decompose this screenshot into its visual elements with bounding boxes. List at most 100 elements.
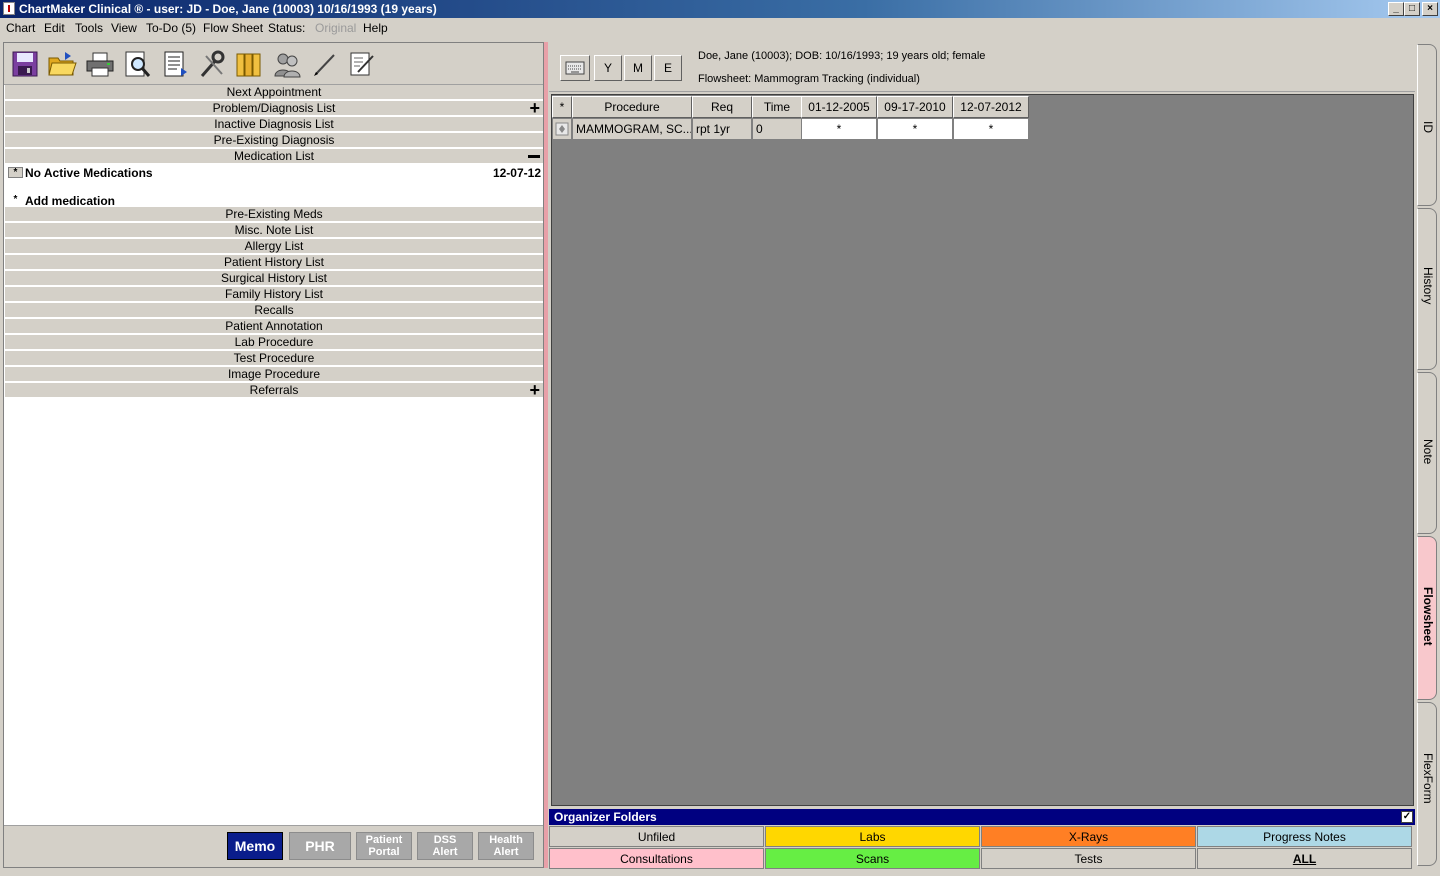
next-appointment-row[interactable]: Next Appointment bbox=[5, 85, 543, 100]
patient-annotation-label: Patient Annotation bbox=[225, 319, 323, 333]
menu-help[interactable]: Help bbox=[363, 18, 388, 38]
month-view-button[interactable]: M bbox=[624, 55, 652, 81]
lab-procedure-row[interactable]: Lab Procedure bbox=[5, 335, 543, 350]
image-procedure-row[interactable]: Image Procedure bbox=[5, 367, 543, 382]
tab-flexform[interactable]: FlexForm bbox=[1417, 702, 1437, 866]
menu-chart[interactable]: Chart bbox=[6, 18, 35, 38]
patient-portal-label-2: Portal bbox=[368, 846, 400, 858]
problem-diagnosis-row[interactable]: Problem/Diagnosis List + bbox=[5, 99, 543, 117]
dss-alert-button[interactable]: DSS Alert bbox=[417, 832, 473, 860]
folder-all[interactable]: ALL bbox=[1197, 848, 1412, 869]
allergy-list-label: Allergy List bbox=[244, 239, 304, 253]
no-active-medications-row[interactable]: * No Active Medications 12-07-12 bbox=[5, 164, 543, 182]
folder-scans[interactable]: Scans bbox=[765, 848, 980, 869]
folder-label: Scans bbox=[855, 852, 890, 866]
column-header-procedure[interactable]: Procedure bbox=[572, 96, 692, 118]
menu-flow-sheet[interactable]: Flow Sheet bbox=[203, 18, 263, 38]
phr-button[interactable]: PHR bbox=[289, 832, 351, 860]
column-header-time[interactable]: Time bbox=[752, 96, 802, 118]
column-header-date[interactable]: 12-07-2012 bbox=[953, 96, 1029, 118]
health-label-1: Health bbox=[489, 834, 523, 846]
open-folder-icon[interactable] bbox=[46, 48, 78, 80]
organizer-folders: Organizer Folders ✓ Unfiled Labs X-Rays … bbox=[549, 809, 1417, 869]
document-list-icon[interactable] bbox=[159, 48, 191, 80]
req-cell[interactable]: rpt 1yr bbox=[692, 118, 752, 140]
dss-label-1: DSS bbox=[433, 834, 457, 846]
result-cell[interactable]: * bbox=[877, 118, 953, 140]
procedure-cell[interactable]: MAMMOGRAM, SC... bbox=[572, 118, 692, 140]
print-icon[interactable] bbox=[84, 48, 116, 80]
result-cell[interactable]: * bbox=[801, 118, 877, 140]
tab-id-label: ID bbox=[1421, 121, 1435, 133]
pen-icon[interactable] bbox=[309, 48, 341, 80]
flowsheet-grid: * Procedure Req Time 01-12-2005 09-17-20… bbox=[551, 94, 1414, 806]
medication-list-label: Medication List bbox=[233, 149, 315, 163]
result-cell[interactable]: * bbox=[953, 118, 1029, 140]
folder-label: Progress Notes bbox=[1263, 830, 1346, 844]
event-view-button[interactable]: E bbox=[654, 55, 682, 81]
menu-tools[interactable]: Tools bbox=[75, 18, 103, 38]
column-header-req[interactable]: Req bbox=[692, 96, 752, 118]
preexisting-diagnosis-row[interactable]: Pre-Existing Diagnosis bbox=[5, 133, 543, 148]
preview-icon[interactable] bbox=[121, 48, 153, 80]
tools-icon[interactable] bbox=[196, 48, 228, 80]
note-edit-icon[interactable] bbox=[346, 48, 378, 80]
memo-label: Memo bbox=[234, 838, 276, 854]
allergy-list-row[interactable]: Allergy List bbox=[5, 239, 543, 254]
tab-note[interactable]: Note bbox=[1417, 372, 1437, 534]
folder-unfiled[interactable]: Unfiled bbox=[549, 826, 764, 847]
test-procedure-row[interactable]: Test Procedure bbox=[5, 351, 543, 366]
folder-tests[interactable]: Tests bbox=[981, 848, 1196, 869]
referrals-label: Referrals bbox=[249, 383, 299, 397]
menu-todo[interactable]: To-Do (5) bbox=[146, 18, 196, 38]
surgical-history-row[interactable]: Surgical History List bbox=[5, 271, 543, 286]
time-cell[interactable]: 0 bbox=[752, 118, 802, 140]
folder-label: X-Rays bbox=[1068, 830, 1109, 844]
folder-labs[interactable]: Labs bbox=[765, 826, 980, 847]
health-label-2: Alert bbox=[493, 846, 519, 858]
row-selector-icon[interactable] bbox=[552, 118, 572, 140]
close-button[interactable]: × bbox=[1422, 2, 1438, 16]
keyboard-button[interactable] bbox=[560, 55, 590, 81]
folder-label: Unfiled bbox=[637, 830, 676, 844]
patient-portal-label-1: Patient bbox=[365, 834, 403, 846]
users-icon[interactable] bbox=[271, 48, 303, 80]
health-alert-button[interactable]: Health Alert bbox=[478, 832, 534, 860]
referrals-row[interactable]: Referrals + bbox=[5, 381, 543, 399]
menu-view[interactable]: View bbox=[111, 18, 137, 38]
column-header-date[interactable]: 09-17-2010 bbox=[877, 96, 953, 118]
patient-annotation-row[interactable]: Patient Annotation bbox=[5, 319, 543, 334]
expand-plus-icon[interactable]: + bbox=[529, 381, 540, 399]
maximize-button[interactable]: □ bbox=[1404, 2, 1420, 16]
patient-history-row[interactable]: Patient History List bbox=[5, 255, 543, 270]
preexisting-meds-row[interactable]: Pre-Existing Meds bbox=[5, 207, 543, 222]
menu-edit[interactable]: Edit bbox=[44, 18, 65, 38]
collapse-minus-icon[interactable] bbox=[528, 155, 540, 158]
inactive-diagnosis-row[interactable]: Inactive Diagnosis List bbox=[5, 117, 543, 132]
folder-xrays[interactable]: X-Rays bbox=[981, 826, 1196, 847]
minimize-button[interactable]: _ bbox=[1388, 2, 1404, 16]
folders-icon[interactable] bbox=[233, 48, 265, 80]
folder-progress-notes[interactable]: Progress Notes bbox=[1197, 826, 1412, 847]
save-icon[interactable] bbox=[9, 48, 41, 80]
folder-consultations[interactable]: Consultations bbox=[549, 848, 764, 869]
folder-label: Labs bbox=[859, 830, 886, 844]
misc-note-row[interactable]: Misc. Note List bbox=[5, 223, 543, 238]
medication-list-row[interactable]: Medication List bbox=[5, 149, 543, 164]
family-history-row[interactable]: Family History List bbox=[5, 287, 543, 302]
organizer-checkbox[interactable]: ✓ bbox=[1401, 811, 1413, 823]
family-history-label: Family History List bbox=[224, 287, 323, 301]
preexisting-meds-label: Pre-Existing Meds bbox=[225, 207, 323, 221]
problem-diagnosis-label: Problem/Diagnosis List bbox=[212, 101, 336, 115]
memo-button[interactable]: Memo bbox=[227, 832, 283, 860]
tab-flowsheet[interactable]: Flowsheet bbox=[1417, 536, 1437, 700]
panel-splitter[interactable] bbox=[544, 42, 548, 868]
year-view-button[interactable]: Y bbox=[594, 55, 622, 81]
menu-status[interactable]: Status: bbox=[268, 18, 305, 38]
recalls-row[interactable]: Recalls bbox=[5, 303, 543, 318]
column-header-date[interactable]: 01-12-2005 bbox=[801, 96, 877, 118]
expand-plus-icon[interactable]: + bbox=[529, 99, 540, 117]
tab-id[interactable]: ID bbox=[1417, 44, 1437, 206]
patient-portal-button[interactable]: Patient Portal bbox=[356, 832, 412, 860]
tab-history[interactable]: History bbox=[1417, 208, 1437, 370]
